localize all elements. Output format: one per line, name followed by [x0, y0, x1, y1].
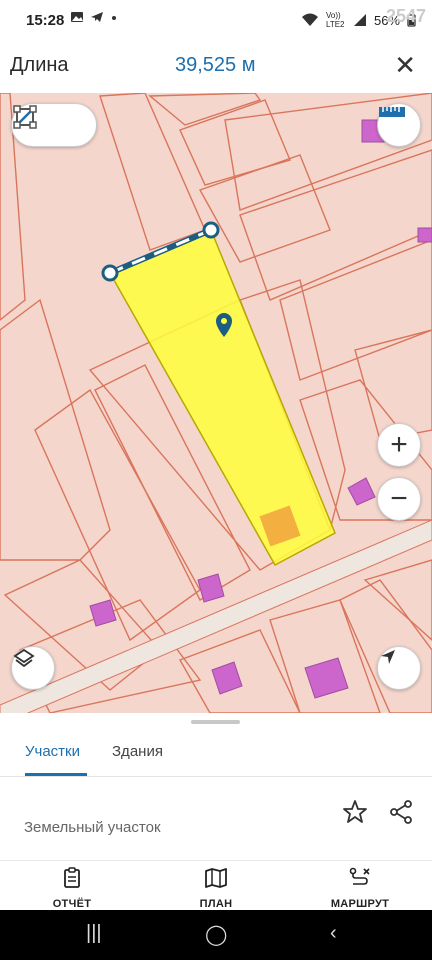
- recent-apps-icon[interactable]: |||: [86, 922, 102, 945]
- parcel-type-label: Земельный участок: [24, 819, 161, 836]
- signal-icon: [353, 14, 366, 26]
- gallery-icon: [71, 12, 83, 22]
- sheet-actions: [342, 799, 414, 825]
- nav-report-label: ОТЧЁТ: [52, 898, 92, 910]
- sheet-tabs: Участки Здания: [0, 731, 432, 777]
- my-location-button[interactable]: [377, 646, 421, 690]
- route-icon: [349, 867, 370, 885]
- measure-end-handle[interactable]: [202, 221, 220, 239]
- status-left-icons: [70, 10, 118, 24]
- map-canvas[interactable]: [0, 93, 432, 713]
- nav-plan[interactable]: ПЛАН: [171, 867, 261, 910]
- nav-route[interactable]: МАРШРУТ: [315, 867, 405, 910]
- measure-header: Длина 39,525 м ✕: [0, 38, 432, 93]
- measure-title: Длина: [10, 54, 69, 76]
- nav-route-label: МАРШРУТ: [330, 898, 390, 910]
- system-navigation-bar: ||| ◯ ‹: [0, 910, 432, 960]
- nav-plan-label: ПЛАН: [199, 898, 233, 910]
- star-icon[interactable]: [342, 799, 368, 825]
- zoom-out-button[interactable]: −: [377, 477, 421, 521]
- wifi-icon: [301, 13, 318, 26]
- ruler-icon[interactable]: [377, 103, 421, 147]
- measure-value: 39,525 м: [175, 54, 256, 76]
- navigation-arrow-icon: [381, 650, 395, 664]
- status-bar: 15:28 Vo)) LTE2 56% 2547: [0, 0, 432, 38]
- layers-icon: [13, 648, 35, 668]
- dot-icon: [112, 16, 116, 20]
- network-label: Vo)) LTE2: [325, 11, 345, 29]
- measure-start-handle[interactable]: [101, 264, 119, 282]
- home-icon[interactable]: ◯: [205, 922, 227, 947]
- close-icon[interactable]: ✕: [394, 50, 416, 81]
- telegram-icon: [91, 12, 103, 22]
- info-sheet: Участки Здания Земельный участок: [0, 713, 432, 860]
- status-time: 15:28: [26, 12, 65, 29]
- bottom-navigation: ОТЧЁТ ПЛАН МАРШРУТ: [0, 860, 432, 910]
- nav-report[interactable]: ОТЧЁТ: [27, 867, 117, 910]
- report-icon: [64, 867, 80, 888]
- measure-tools: [11, 103, 97, 147]
- active-tab-indicator: [25, 773, 87, 776]
- tab-buildings[interactable]: Здания: [112, 743, 163, 760]
- back-icon[interactable]: ‹: [330, 922, 337, 945]
- cadastral-map[interactable]: + −: [0, 93, 432, 713]
- share-icon[interactable]: [388, 799, 414, 825]
- tab-parcels[interactable]: Участки: [25, 743, 80, 760]
- map-plan-icon: [205, 868, 227, 888]
- sheet-drag-handle[interactable]: [191, 720, 240, 724]
- overlay-watermark: 2547: [385, 6, 426, 26]
- zoom-in-button[interactable]: +: [377, 423, 421, 467]
- layers-button[interactable]: [11, 646, 55, 690]
